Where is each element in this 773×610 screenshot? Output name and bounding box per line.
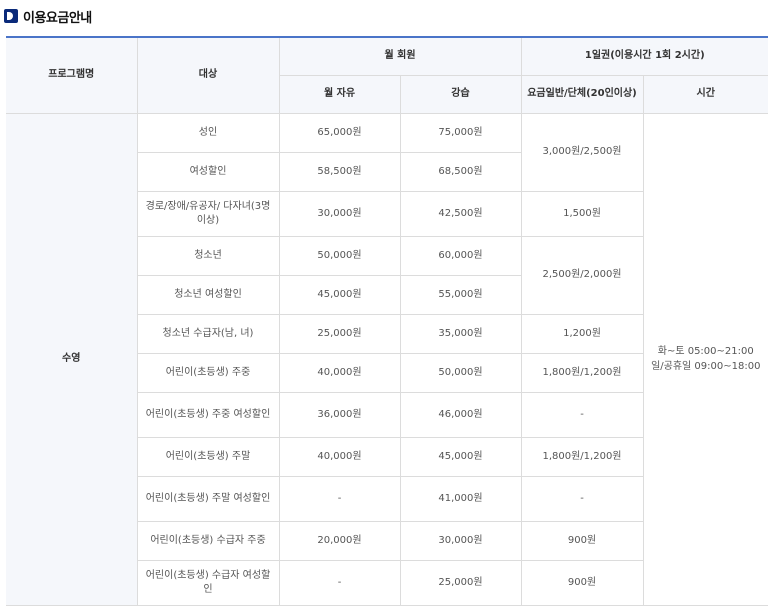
hours-weekday: 화~토 05:00~21:00 (657, 346, 754, 357)
row-free: - (278, 559, 401, 606)
row-daily: - (520, 475, 643, 522)
row-lesson: 68,500원 (399, 151, 521, 192)
row-free: 30,000원 (278, 190, 401, 237)
row-target: 청소년 여성할인 (137, 274, 280, 315)
table-row: 수영 성인 65,000원 75,000원 3,000원/2,500원 화~토 … (6, 112, 768, 606)
row-lesson: 75,000원 (399, 112, 522, 153)
row-daily: 1,800원/1,200원 (520, 436, 643, 477)
header-daily-time: 시간 (642, 74, 768, 114)
row-target: 어린이(초등생) 수급자 여성할인 (137, 559, 280, 606)
row-lesson: 25,000원 (399, 559, 522, 606)
row-target: 청소년 수급자(남, 녀) (137, 313, 280, 354)
row-lesson: 46,000원 (399, 391, 522, 438)
row-free: 25,000원 (278, 313, 401, 354)
row-daily: 1,500원 (520, 190, 643, 237)
row-daily: 1,800원/1,200원 (520, 352, 643, 393)
row-target: 어린이(초등생) 주중 (137, 352, 280, 393)
row-daily: 1,200원 (520, 313, 643, 354)
row-target: 여성할인 (137, 151, 280, 192)
header-program: 프로그램명 (6, 36, 138, 114)
program-name: 수영 (6, 112, 138, 606)
row-free: 40,000원 (278, 436, 401, 477)
header-monthly-free: 월 자유 (279, 74, 401, 114)
row-target: 성인 (136, 112, 280, 153)
section-bullet-icon (4, 9, 18, 23)
row-lesson: 60,000원 (399, 235, 522, 276)
fee-table: 프로그램명 대상 월 회원 1일권(이용시간 1회 2시간) 월 자유 강습 요… (6, 36, 768, 606)
hours-holiday: 일/공휴일 09:00~18:00 (651, 361, 761, 372)
row-target: 어린이(초등생) 주중 여성할인 (137, 391, 280, 438)
row-free: 45,000원 (278, 274, 401, 315)
row-free: 50,000원 (278, 235, 401, 276)
row-target: 청소년 (137, 235, 280, 276)
row-lesson: 35,000원 (399, 313, 522, 354)
row-target: 어린이(초등생) 수급자 주중 (137, 520, 280, 561)
row-daily: - (520, 391, 643, 438)
row-lesson: 55,000원 (399, 274, 521, 315)
page-title: 이용요금안내 (23, 10, 92, 26)
header-daily-fee: 요금일반/단체(20인이상) (520, 74, 644, 114)
section-title: 이용요금안내 (4, 6, 92, 26)
row-free: 20,000원 (278, 520, 401, 561)
row-free: 40,000원 (278, 352, 401, 393)
row-lesson: 45,000원 (399, 436, 522, 477)
header-daily: 1일권(이용시간 1회 2시간) (520, 36, 768, 76)
header-monthly: 월 회원 (278, 36, 522, 76)
header-monthly-lesson: 강습 (399, 74, 522, 114)
row-lesson: 30,000원 (399, 520, 522, 561)
row-lesson: 41,000원 (399, 475, 522, 522)
row-target: 경로/장애/유공자/ 다자녀(3명이상) (137, 190, 280, 237)
row-daily: 900원 (520, 520, 643, 561)
row-free: 36,000원 (278, 391, 401, 438)
row-free: 65,000원 (278, 112, 401, 153)
row-target: 어린이(초등생) 주말 여성할인 (137, 475, 280, 522)
row-daily-adult: 3,000원/2,500원 (520, 112, 644, 192)
row-free: 58,500원 (278, 151, 401, 192)
row-target: 어린이(초등생) 주말 (137, 436, 280, 477)
row-free: - (278, 475, 401, 522)
row-lesson: 42,500원 (399, 190, 522, 237)
header-target: 대상 (136, 36, 280, 114)
hours-cell: 화~토 05:00~21:00 일/공휴일 09:00~18:00 (642, 112, 768, 606)
row-lesson: 50,000원 (399, 352, 522, 393)
row-daily-youth: 2,500원/2,000원 (520, 235, 643, 315)
row-daily: 900원 (520, 559, 643, 606)
